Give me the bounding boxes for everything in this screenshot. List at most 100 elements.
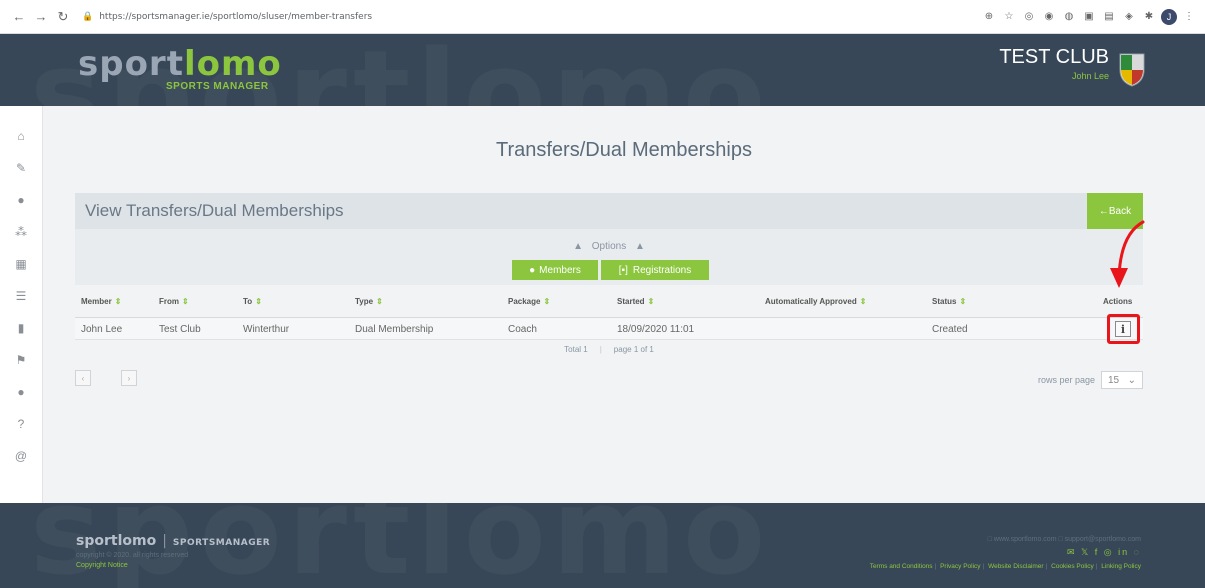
lock-icon: 🔒 <box>82 11 94 22</box>
annotation-arrow <box>1110 220 1145 288</box>
sort-icon: ⇕ <box>543 296 551 306</box>
caret-up-icon: ▲ <box>573 241 583 252</box>
sidebar-help-icon[interactable]: ? <box>0 408 42 440</box>
extension-icon[interactable]: ▤ <box>1101 9 1117 25</box>
options-area: ▲ Options ▲ ● Members [▪] Registrations <box>75 229 1143 285</box>
col-status[interactable]: Status ⇕ <box>932 297 966 306</box>
copyright-notice-link[interactable]: Copyright Notice <box>76 562 128 569</box>
extension-icon[interactable]: ◈ <box>1121 9 1137 25</box>
next-page-button[interactable]: › <box>121 370 137 386</box>
sidebar-list-icon[interactable]: ☰ <box>0 280 42 312</box>
rows-per-page-label: rows per page <box>1037 375 1095 385</box>
sidebar-edit-icon[interactable]: ✎ <box>0 152 42 184</box>
col-started[interactable]: Started ⇕ <box>617 297 654 306</box>
transfers-table: Member ⇕ From ⇕ To ⇕ Type ⇕ Package ⇕ Started… <box>75 220 1145 362</box>
menu-dots-icon[interactable]: ⋮ <box>1181 9 1197 25</box>
caret-up-icon: ▲ <box>635 241 645 252</box>
footer-brand: sportlomo | SPORTSMANAGER <box>76 533 271 549</box>
rows-per-page-select[interactable]: 15 ⌄ <box>1101 371 1143 389</box>
page-title: Transfers/Dual Memberships <box>495 139 752 161</box>
options-buttons: ● Members [▪] Registrations <box>512 260 709 280</box>
transfers-panel: View Transfers/Dual Memberships ←Back ▲ … <box>75 193 1145 362</box>
cell-started: 18/09/2020 11:01 <box>617 324 695 335</box>
reload-icon[interactable]: ↻ <box>52 6 74 28</box>
table-row[interactable]: John Lee Test Club Winterthur Dual Membe… <box>75 220 1145 344</box>
sort-icon: ⇕ <box>959 296 967 306</box>
footer-contact[interactable]: □ www.sportlomo.com □ support@sportlomo.… <box>988 536 1141 543</box>
main-content: Transfers/Dual Memberships View Transfer… <box>43 106 1205 503</box>
cookies-link[interactable]: Cookies Policy <box>1051 563 1094 570</box>
page-indicator: page 1 of 1 <box>613 345 654 354</box>
col-to[interactable]: To ⇕ <box>243 297 262 306</box>
url-text: https://sportsmanager.ie/sportlomo/sluse… <box>99 11 373 22</box>
site-header: sportlomo sportlomo SPORTS MANAGER TEST … <box>0 34 1205 106</box>
puzzle-icon[interactable]: ✱ <box>1141 9 1157 25</box>
rows-per-page: rows per page 15 ⌄ <box>1038 371 1143 389</box>
sidebar-calendar-icon[interactable]: ▦ <box>0 248 42 280</box>
sidebar-flag-icon[interactable]: ⚑ <box>0 344 42 376</box>
back-arrow-icon[interactable]: ← <box>8 6 30 28</box>
registrations-button[interactable]: [▪] Registrations <box>601 260 709 280</box>
panel-title: View Transfers/Dual Memberships <box>85 201 344 220</box>
club-name: TEST CLUB <box>999 46 1109 68</box>
sidebar-user-icon[interactable]: ● <box>0 184 42 216</box>
club-info[interactable]: TEST CLUB John Lee <box>999 46 1109 81</box>
sidebar-home-icon[interactable]: ⌂ <box>0 120 42 152</box>
browser-toolbar: ← → ↻ 🔒 https://sportsmanager.ie/sportlo… <box>0 0 1205 34</box>
cell-member: John Lee <box>81 324 123 335</box>
sort-icon: ⇕ <box>255 296 262 306</box>
club-crest-icon <box>1119 53 1145 87</box>
footer-links: Terms and Conditions | Privacy Policy | We… <box>869 563 1141 570</box>
table-summary: Total 1 | page 1 of 1 <box>564 345 654 354</box>
sort-icon: ⇕ <box>114 296 122 306</box>
linking-link[interactable]: Linking Policy <box>1101 563 1141 570</box>
id-card-icon: [▪] <box>618 264 628 276</box>
total-count: Total 1 <box>564 345 588 354</box>
col-type[interactable]: Type ⇕ <box>355 297 383 306</box>
extension-icon[interactable]: ◍ <box>1061 9 1077 25</box>
privacy-link[interactable]: Privacy Policy <box>940 563 980 570</box>
members-button[interactable]: ● Members <box>512 260 598 280</box>
user-name: John Lee <box>1071 71 1109 81</box>
extension-icon[interactable]: ▣ <box>1081 9 1097 25</box>
panel-header: View Transfers/Dual Memberships ←Back <box>75 193 1143 229</box>
footer-copyright: copyright © 2020. all rights reserved <box>76 552 189 559</box>
sort-icon: ⇕ <box>376 296 383 306</box>
extension-icon[interactable]: ◎ <box>1021 9 1037 25</box>
sidebar-at-icon[interactable]: @ <box>0 440 42 472</box>
user-icon: ● <box>529 264 536 276</box>
chevron-down-icon: ⌄ <box>1127 374 1136 386</box>
cell-to: Winterthur <box>243 324 290 335</box>
brand-subtitle: SPORTS MANAGER <box>166 81 269 92</box>
col-package[interactable]: Package ⇕ <box>508 297 550 306</box>
terms-link[interactable]: Terms and Conditions <box>870 563 933 570</box>
profile-avatar[interactable]: J <box>1161 8 1177 25</box>
pagination: ‹ › <box>75 370 137 386</box>
sidebar-trash-icon[interactable]: ▮ <box>0 312 42 344</box>
social-icons[interactable]: ✉ 𝕏 f ◎ in ◌ <box>1067 547 1141 558</box>
col-from[interactable]: From ⇕ <box>159 297 189 306</box>
options-toggle[interactable]: ▲ Options ▲ <box>75 241 1143 252</box>
cell-from: Test Club <box>159 324 201 335</box>
col-member[interactable]: Member ⇕ <box>81 297 121 306</box>
sort-icon: ⇕ <box>647 296 655 306</box>
address-bar[interactable]: 🔒 https://sportsmanager.ie/sportlomo/slu… <box>82 6 372 28</box>
sidebar-users-icon[interactable]: ⁂ <box>0 216 42 248</box>
brand-logo[interactable]: sportlomo SPORTS MANAGER <box>78 46 282 92</box>
disclaimer-link[interactable]: Website Disclaimer <box>988 563 1044 570</box>
col-auto-approved[interactable]: Automatically Approved ⇕ <box>765 297 866 306</box>
cell-package: Coach <box>508 324 537 335</box>
options-label: Options <box>591 241 627 252</box>
sort-icon: ⇕ <box>182 296 189 306</box>
extension-area: ⊕ ☆ ◎ ◉ ◍ ▣ ▤ ◈ ✱ J ⋮ <box>981 8 1197 25</box>
zoom-icon[interactable]: ⊕ <box>981 9 997 25</box>
cell-status: Created <box>932 324 968 335</box>
sidebar-person-icon[interactable]: ● <box>0 376 42 408</box>
table-summary-row: Total 1 | page 1 of 1 <box>75 340 1143 362</box>
prev-page-button[interactable]: ‹ <box>75 370 91 386</box>
extension-icon[interactable]: ◉ <box>1041 9 1057 25</box>
site-footer: sportlomo sportlomo|SPORTSMANAGER copyri… <box>0 503 1205 588</box>
star-icon[interactable]: ☆ <box>1001 9 1017 25</box>
sort-icon: ⇕ <box>859 296 867 306</box>
forward-arrow-icon[interactable]: → <box>30 6 52 28</box>
